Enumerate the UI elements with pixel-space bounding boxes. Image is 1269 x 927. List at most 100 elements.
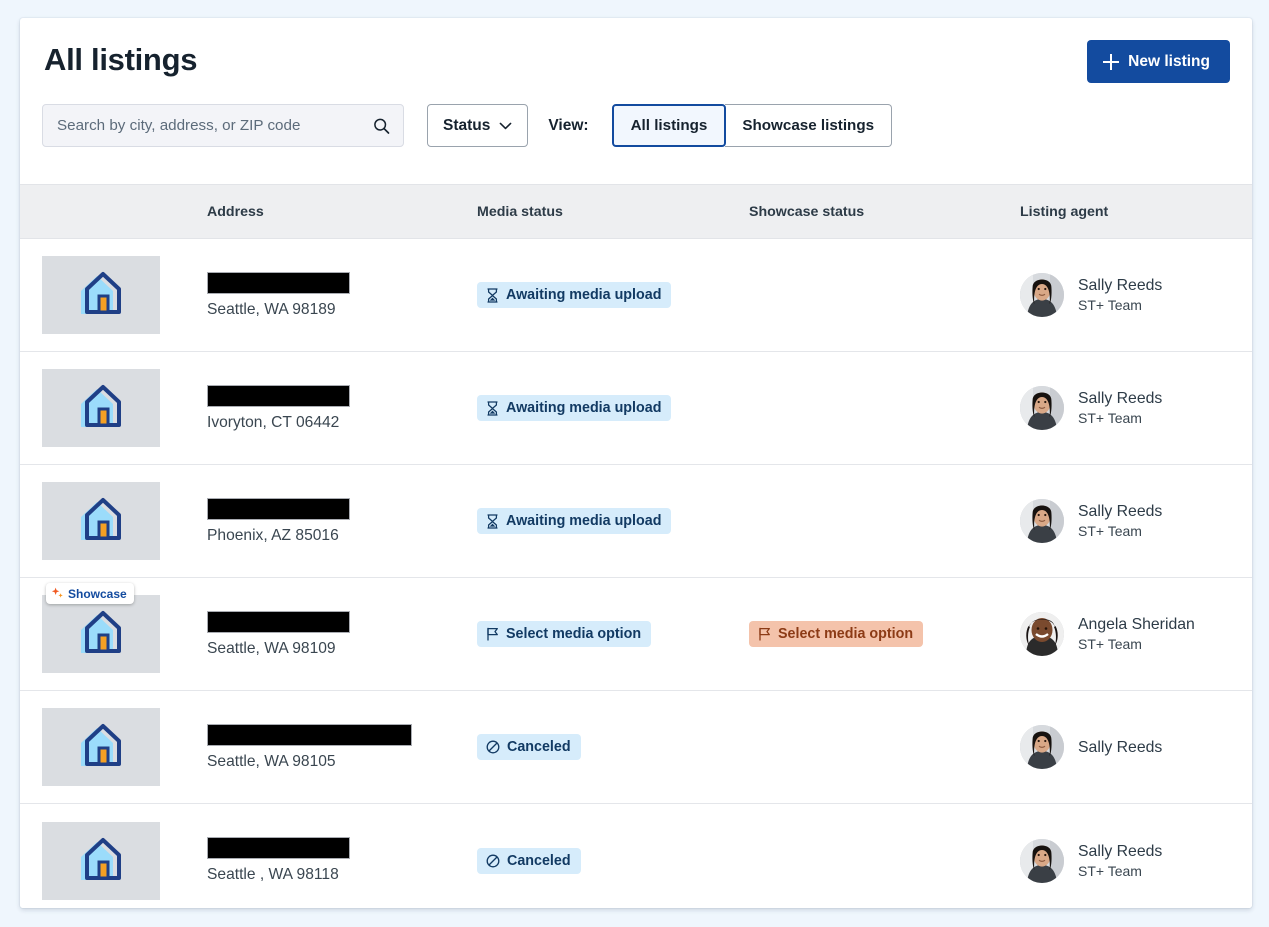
redacted-street-address xyxy=(207,497,350,520)
column-header-address: Address xyxy=(207,203,264,220)
listing-thumbnail[interactable] xyxy=(42,369,160,447)
avatar-image xyxy=(1020,725,1064,769)
listing-thumbnail[interactable]: Showcase xyxy=(42,583,160,673)
agent-text: Sally Reeds ST+ Team xyxy=(1078,388,1162,428)
listing-city-state-zip: Seattle, WA 98105 xyxy=(207,752,336,770)
listing-agent-cell: Sally Reeds ST+ Team xyxy=(1020,838,1230,883)
showcase-badge-label: Showcase xyxy=(68,586,127,601)
new-listing-button[interactable]: New listing xyxy=(1087,40,1230,83)
view-label: View: xyxy=(548,116,589,134)
listing-address-cell: Seattle, WA 98189 xyxy=(207,271,477,319)
media-status-badge-label: Awaiting media upload xyxy=(506,513,662,529)
avatar-image xyxy=(1020,838,1064,883)
listing-thumbnail-cell xyxy=(42,369,207,447)
table-row[interactable]: Ivoryton, CT 06442 Awaiting media upload xyxy=(20,352,1252,465)
agent: Sally Reeds ST+ Team xyxy=(1020,386,1230,430)
media-status-badge-label: Awaiting media upload xyxy=(506,400,662,416)
table-row[interactable]: Phoenix, AZ 85016 Awaiting media upload xyxy=(20,465,1252,578)
agent-text: Sally Reeds ST+ Team xyxy=(1078,275,1162,315)
house-icon xyxy=(81,272,121,314)
showcase-status-badge[interactable]: Select media option xyxy=(749,621,924,647)
listing-thumbnail[interactable] xyxy=(42,482,160,560)
listing-agent-cell: Sally Reeds ST+ Team xyxy=(1020,499,1230,543)
agent-team: ST+ Team xyxy=(1078,410,1142,426)
hourglass-icon xyxy=(487,287,498,303)
media-status-cell: Canceled xyxy=(477,734,749,760)
media-status-badge[interactable]: Awaiting media upload xyxy=(477,508,672,534)
hourglass-icon xyxy=(487,400,498,416)
agent-text: Sally Reeds ST+ Team xyxy=(1078,501,1162,541)
table-row[interactable]: Showcase Seattle, WA 98109 Select media … xyxy=(20,578,1252,691)
media-status-badge[interactable]: Select media option xyxy=(477,621,652,647)
agent: Angela Sheridan ST+ Team xyxy=(1020,612,1230,656)
agent-name: Sally Reeds xyxy=(1078,842,1163,860)
app-page: All listings New listing Status xyxy=(0,0,1269,927)
agent-team: ST+ Team xyxy=(1078,862,1142,879)
avatar xyxy=(1020,612,1064,656)
tab-showcase-listings[interactable]: Showcase listings xyxy=(725,104,893,147)
agent-name: Sally Reeds xyxy=(1078,738,1163,756)
media-status-cell: Awaiting media upload xyxy=(477,395,749,421)
table-row[interactable]: Seattle , WA 98118 Canceled Sally Reeds … xyxy=(20,804,1252,908)
cancel-icon xyxy=(486,854,500,867)
table-header-row: Address Media status Showcase status Lis… xyxy=(20,184,1252,239)
agent-name: Sally Reeds xyxy=(1078,503,1163,520)
listing-address-cell: Ivoryton, CT 06442 xyxy=(207,384,477,432)
avatar-image xyxy=(1020,273,1064,317)
listing-thumbnail[interactable] xyxy=(42,708,160,786)
table-row[interactable]: Seattle, WA 98105 Canceled Sally Reeds xyxy=(20,691,1252,804)
listing-thumbnail-cell: Showcase xyxy=(42,583,207,673)
agent: Sally Reeds ST+ Team xyxy=(1020,499,1230,543)
hourglass-icon xyxy=(487,513,498,529)
listing-thumbnail[interactable] xyxy=(42,256,160,334)
listing-thumbnail-cell xyxy=(42,821,207,900)
avatar-image xyxy=(1020,499,1064,543)
agent-name: Angela Sheridan xyxy=(1078,616,1195,633)
avatar xyxy=(1020,499,1064,543)
house-icon xyxy=(81,724,121,766)
status-filter-button[interactable]: Status xyxy=(427,104,529,147)
listing-address-cell: Seattle, WA 98105 xyxy=(207,723,477,771)
listing-address-cell: Phoenix, AZ 85016 xyxy=(207,497,477,545)
hourglass-icon xyxy=(486,513,499,529)
media-status-cell: Awaiting media upload xyxy=(477,508,749,534)
column-header-listing-agent: Listing agent xyxy=(1020,203,1109,220)
redacted-street-address xyxy=(207,610,350,633)
media-status-badge[interactable]: Awaiting media upload xyxy=(477,282,672,308)
search-field[interactable] xyxy=(42,104,404,147)
listing-agent-cell: Sally Reeds ST+ Team xyxy=(1020,273,1230,317)
listing-thumbnail-cell xyxy=(42,256,207,334)
card-header: All listings New listing Status xyxy=(20,18,1252,184)
agent-text: Angela Sheridan ST+ Team xyxy=(1078,614,1195,654)
listing-thumbnail[interactable] xyxy=(42,821,160,900)
new-listing-label: New listing xyxy=(1128,52,1210,70)
flag-icon xyxy=(486,627,499,641)
agent: Sally Reeds xyxy=(1020,725,1230,769)
agent: Sally Reeds ST+ Team xyxy=(1020,273,1230,317)
column-header-media-status: Media status xyxy=(477,203,563,220)
avatar-image xyxy=(1020,612,1064,656)
listing-agent-cell: Sally Reeds xyxy=(1020,725,1230,769)
listing-thumbnail-cell xyxy=(42,482,207,560)
cancel-icon xyxy=(486,740,500,754)
listing-agent-cell: Sally Reeds ST+ Team xyxy=(1020,386,1230,430)
media-status-badge-label: Canceled xyxy=(507,739,571,755)
column-header-showcase-status: Showcase status xyxy=(749,203,865,220)
house-icon xyxy=(81,611,121,653)
listing-city-state-zip: Seattle, WA 98189 xyxy=(207,300,336,318)
agent-text: Sally Reeds ST+ Team xyxy=(1078,841,1162,881)
table-row[interactable]: Seattle, WA 98189 Awaiting media upload xyxy=(20,239,1252,352)
search-input[interactable] xyxy=(43,105,403,146)
media-status-badge[interactable]: Awaiting media upload xyxy=(477,395,672,421)
media-status-badge[interactable]: Canceled xyxy=(477,734,581,760)
media-status-badge[interactable]: Canceled xyxy=(477,847,581,874)
avatar-image xyxy=(1020,386,1064,430)
status-filter-label: Status xyxy=(443,116,491,134)
tab-all-listings[interactable]: All listings xyxy=(611,104,727,147)
media-status-badge-label: Select media option xyxy=(506,626,642,642)
avatar xyxy=(1020,838,1064,883)
redacted-street-address xyxy=(207,384,350,407)
house-icon xyxy=(81,498,121,540)
showcase-status-cell: Select media option xyxy=(749,621,1020,647)
toolbar: Status View: All listings Showcase listi… xyxy=(42,104,893,147)
